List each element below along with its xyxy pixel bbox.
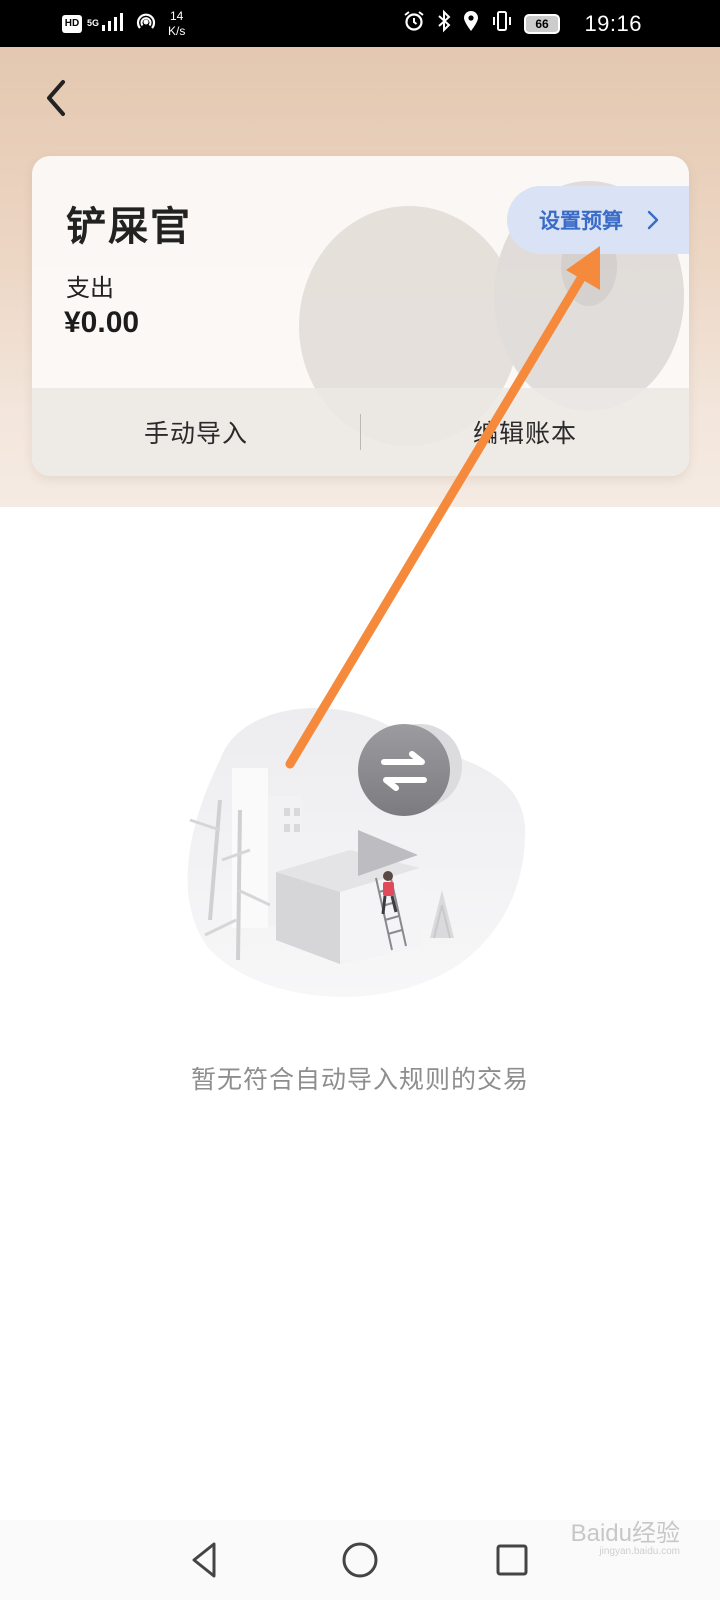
network-speed-unit: K/s: [168, 23, 186, 38]
home-circle-icon[interactable]: [338, 1538, 382, 1582]
chevron-right-icon: [647, 210, 659, 235]
baidu-jingyan-watermark: Baidu经验 jingyan.baidu.com: [571, 1522, 680, 1558]
empty-state-illustration: [187, 707, 526, 997]
set-budget-label: 设置预算: [539, 209, 623, 233]
location-icon: [462, 9, 480, 38]
back-button[interactable]: [36, 78, 76, 122]
network-speed-value: 14: [170, 8, 184, 23]
account-book-card: 铲屎官 支出 ¥0.00 设置预算 手动导入 编辑账本: [32, 156, 689, 476]
watermark-url: jingyan.baidu.com: [599, 1546, 680, 1557]
expense-label: 支出: [66, 274, 114, 302]
network-speed: 14 K/s: [168, 9, 185, 39]
signal-icon: [102, 11, 128, 36]
network-type: 5G: [87, 18, 100, 28]
chevron-left-icon: [44, 79, 68, 121]
alarm-icon: [402, 9, 426, 38]
vibrate-icon: [490, 9, 514, 38]
status-bar: HD 5G 14 K/s 66 19:16: [0, 0, 720, 47]
recents-square-icon[interactable]: [490, 1538, 534, 1582]
edit-book-button[interactable]: 编辑账本: [361, 414, 689, 450]
set-budget-button[interactable]: 设置预算: [507, 186, 689, 254]
status-icons: 66: [402, 0, 560, 47]
manual-import-button[interactable]: 手动导入: [32, 414, 360, 450]
book-name: 铲屎官: [66, 204, 192, 250]
watermark-brand: Baidu经验: [570, 1520, 680, 1547]
status-left: HD 5G 14 K/s: [62, 0, 185, 47]
hotspot-icon: [134, 9, 158, 38]
card-actions: 手动导入 编辑账本: [32, 388, 689, 476]
bluetooth-icon: [436, 9, 452, 38]
expense-value: ¥0.00: [64, 306, 140, 339]
battery-icon: 66: [524, 13, 560, 34]
clock: 19:16: [584, 11, 642, 36]
empty-state-message: 暂无符合自动导入规则的交易: [190, 1065, 529, 1094]
back-triangle-icon[interactable]: [184, 1538, 228, 1582]
hd-badge: HD: [62, 14, 82, 33]
